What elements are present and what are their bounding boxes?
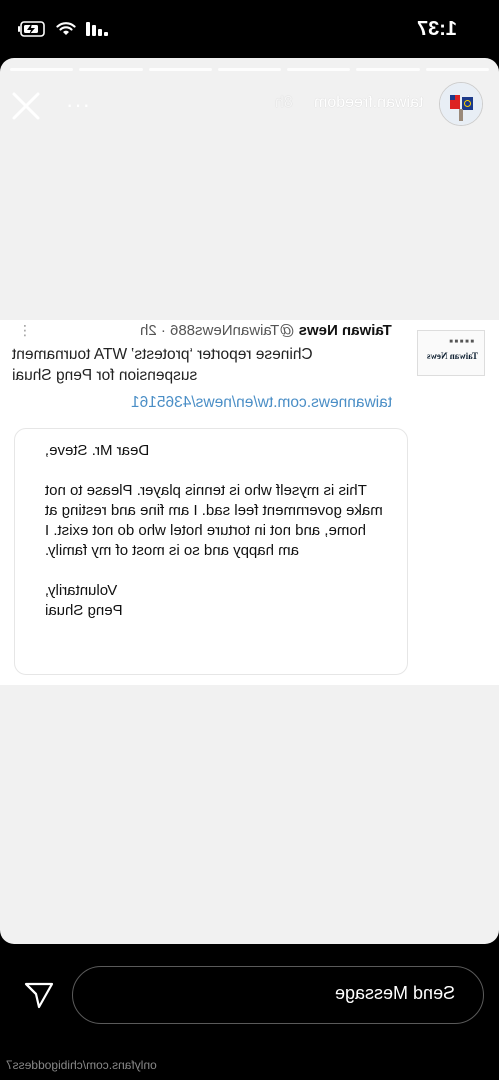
- progress-segment: [10, 68, 74, 71]
- send-message-placeholder: Send Message: [334, 983, 455, 1003]
- tweet-author-name: Taiwan News: [298, 322, 392, 339]
- close-icon[interactable]: [10, 90, 42, 122]
- progress-segment: [356, 68, 420, 71]
- battery-charging-icon: [18, 20, 46, 42]
- letter-closing: Voluntarily,: [45, 582, 118, 599]
- avatar[interactable]: [439, 82, 483, 126]
- status-bar: 1:37: [0, 0, 499, 58]
- tweet-time: · 2h: [140, 322, 167, 339]
- story-header: ··· 8h taiwan.freedom: [0, 80, 499, 132]
- watermark: onlyfans.com/chibigoddess7: [6, 1058, 157, 1072]
- tweet-text: Chinese reporter ‘protests’ WTA tourname…: [12, 346, 313, 384]
- send-icon[interactable]: [24, 980, 54, 1010]
- progress-segment: [79, 68, 143, 71]
- letter-signature: Peng Shuai: [45, 602, 123, 619]
- progress-segment: [148, 68, 212, 71]
- story-time: 8h: [275, 94, 294, 111]
- more-options-button[interactable]: ···: [66, 92, 91, 118]
- send-message-input[interactable]: Send Message: [72, 966, 484, 1024]
- story-username[interactable]: taiwan.freedom: [314, 94, 423, 111]
- tweet-header: Taiwan News @TaiwanNews886 · 2h: [20, 322, 392, 344]
- letter-text: Dear Mr. Steve, This is myself who is te…: [45, 441, 385, 621]
- signal-icon: [86, 21, 108, 42]
- message-composer-bar: Send Message onlyfans.com/chibigoddess7: [0, 944, 499, 1080]
- logo-text: Taiwan News: [427, 351, 478, 361]
- letter-image: Dear Mr. Steve, This is myself who is te…: [14, 428, 408, 675]
- tweet-card[interactable]: ⋮ Taiwan News @TaiwanNews886 · 2h ■ ■ ■ …: [0, 320, 499, 685]
- story-card[interactable]: ··· 8h taiwan.freedom ⋮ Taiwan News @Tai…: [0, 58, 499, 944]
- story-progress-bar: [10, 68, 489, 71]
- progress-segment: [425, 68, 489, 71]
- tweet-author-handle: @TaiwanNews886: [170, 322, 295, 339]
- taiwan-news-logo: ■ ■ ■ ■ ■ Taiwan News: [417, 330, 485, 376]
- tweet-link[interactable]: taiwannews.com.tw/en/news/4365161: [131, 394, 392, 412]
- letter-body: This is myself who is tennis player. Ple…: [45, 482, 383, 559]
- progress-segment: [287, 68, 351, 71]
- progress-segment: [217, 68, 282, 71]
- wifi-icon: [56, 21, 76, 42]
- story-user-info[interactable]: 8h taiwan.freedom: [275, 94, 423, 112]
- status-icons: [18, 20, 108, 42]
- status-time: 1:37: [416, 18, 457, 40]
- letter-greeting: Dear Mr. Steve,: [45, 442, 150, 459]
